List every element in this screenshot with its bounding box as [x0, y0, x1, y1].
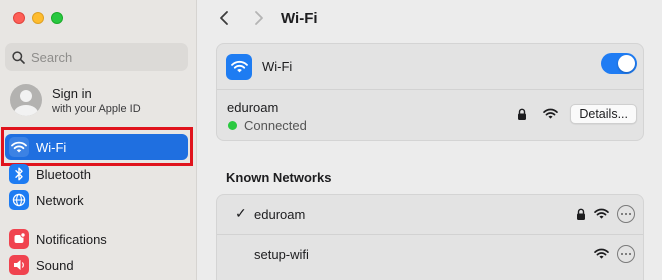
toolbar: Wi-Fi: [198, 6, 662, 30]
globe-icon: [9, 190, 29, 210]
sidebar-item-label: Network: [36, 192, 84, 208]
connection-status: Connected: [244, 118, 307, 133]
wifi-label: Wi-Fi: [262, 59, 293, 74]
sidebar-item-label: Bluetooth: [36, 166, 91, 182]
network-name: eduroam: [254, 207, 306, 222]
apple-id-sign-in[interactable]: Sign in with your Apple ID: [10, 84, 141, 116]
apple-id-label: with your Apple ID: [52, 102, 141, 115]
search-field[interactable]: Search: [5, 43, 188, 71]
zoom-window-button[interactable]: [51, 12, 63, 24]
minimize-window-button[interactable]: [32, 12, 44, 24]
current-network-row: eduroam Connected Details...: [217, 90, 643, 141]
sidebar-item-bluetooth[interactable]: Bluetooth: [5, 161, 188, 187]
search-placeholder: Search: [31, 49, 73, 65]
known-networks-heading: Known Networks: [226, 170, 332, 185]
checkmark-icon: ✓: [235, 205, 247, 221]
page-title: Wi-Fi: [281, 10, 318, 27]
main-pane: Wi-Fi Wi-Fi eduroam Connected Details...…: [198, 0, 662, 280]
lock-icon: [518, 108, 527, 120]
more-options-icon[interactable]: [617, 245, 635, 263]
details-button[interactable]: Details...: [570, 104, 637, 124]
more-options-icon[interactable]: [617, 205, 635, 223]
lock-icon: [577, 208, 585, 220]
wifi-toggle[interactable]: [601, 53, 637, 74]
sidebar-item-label: Sound: [36, 257, 74, 273]
network-name: setup-wifi: [254, 246, 309, 262]
bell-icon: [9, 229, 29, 249]
sign-in-label: Sign in: [52, 85, 92, 101]
back-chevron-icon[interactable]: [218, 10, 230, 26]
sidebar-item-network[interactable]: Network: [5, 187, 188, 213]
sidebar-item-notifications[interactable]: Notifications: [5, 226, 188, 252]
window-controls: [13, 12, 63, 24]
wifi-signal-icon: [594, 208, 609, 219]
wifi-status-card: Wi-Fi eduroam Connected Details...: [216, 43, 644, 141]
wifi-signal-icon: [543, 108, 559, 119]
speaker-icon: [9, 255, 29, 275]
avatar: [10, 84, 42, 116]
close-window-button[interactable]: [13, 12, 25, 24]
forward-chevron-icon[interactable]: [253, 10, 265, 26]
search-icon: [12, 50, 25, 64]
wifi-signal-icon: [594, 248, 609, 259]
wifi-icon: [226, 53, 252, 80]
list-item[interactable]: ✓ eduroam: [217, 195, 643, 234]
connected-status-dot: [228, 121, 237, 130]
sidebar: Search Sign in with your Apple ID Wi-Fi …: [0, 0, 197, 280]
wifi-toggle-row: Wi-Fi: [217, 44, 643, 90]
list-item[interactable]: setup-wifi: [217, 234, 643, 273]
sidebar-item-sound[interactable]: Sound: [5, 252, 188, 278]
known-networks-list: ✓ eduroam setup-wifi: [216, 194, 644, 280]
sidebar-item-label: Notifications: [36, 231, 107, 247]
bluetooth-icon: [9, 164, 29, 184]
